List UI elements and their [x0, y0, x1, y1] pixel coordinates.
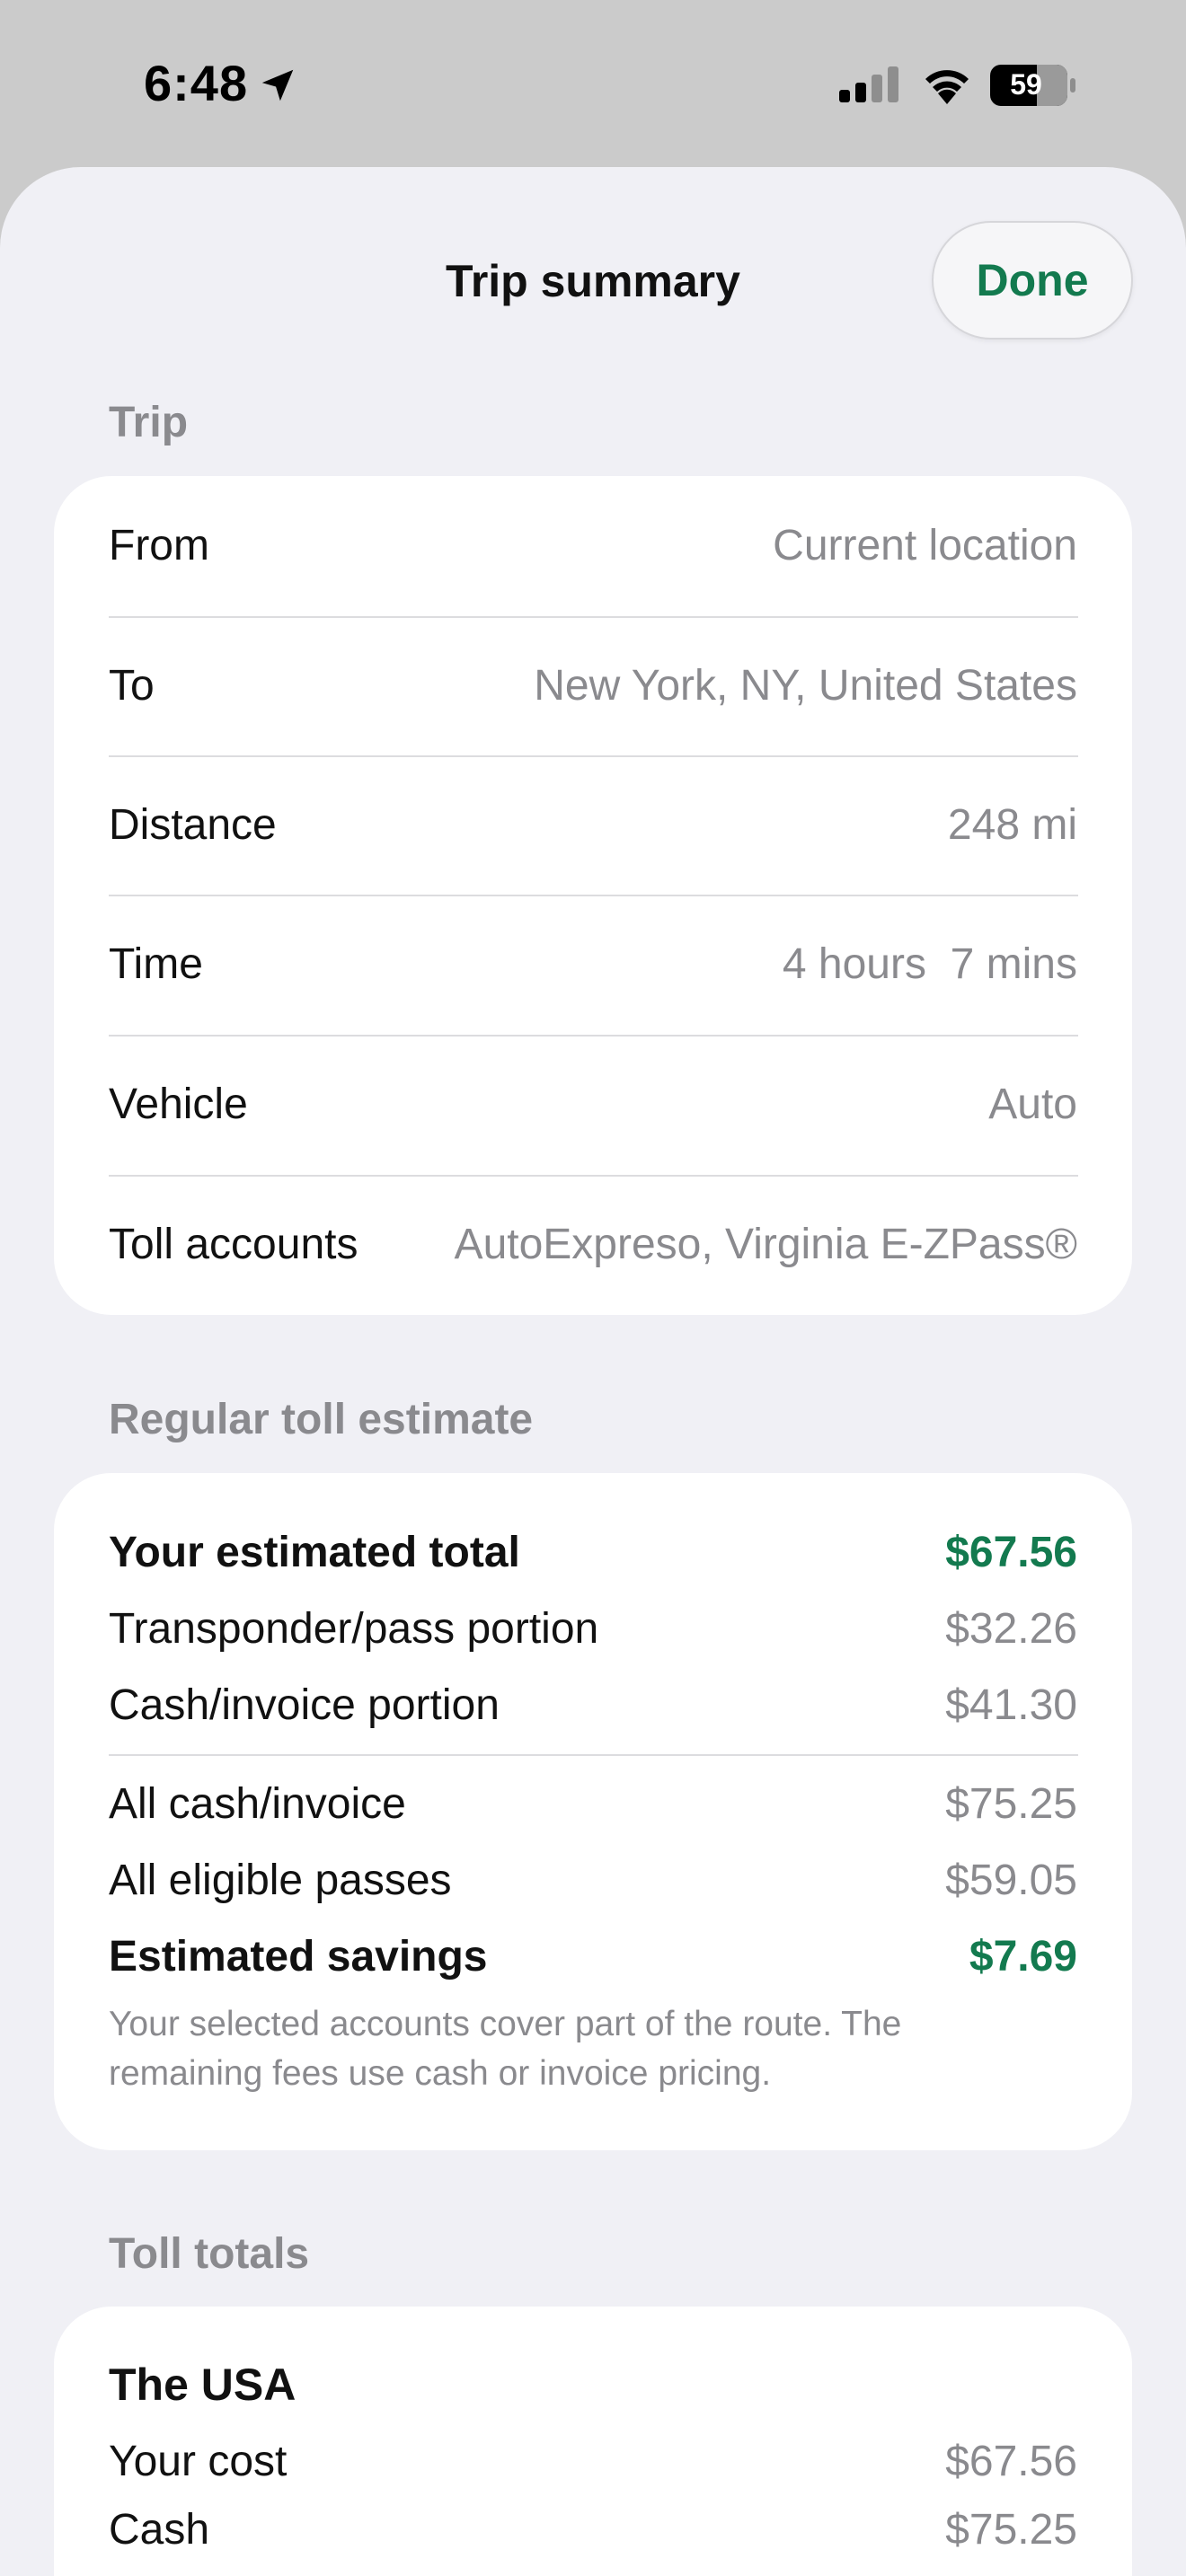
done-button[interactable]: Done — [932, 221, 1133, 340]
all-passes-row: All eligible passes $59.05 — [109, 1842, 1077, 1918]
estimated-savings-label: Estimated savings — [109, 1932, 488, 1981]
wifi-icon — [925, 70, 969, 104]
trip-row-from: From Current location — [109, 476, 1077, 615]
your-cost-label: Your cost — [109, 2437, 288, 2485]
trip-row-distance: Distance 248 mi — [109, 755, 1077, 895]
estimated-savings-row: Estimated savings $7.69 — [109, 1919, 1077, 1994]
estimated-total-row: Your estimated total $67.56 — [109, 1514, 1077, 1590]
your-cost-value: $67.56 — [945, 2437, 1077, 2485]
trip-row-label: Distance — [109, 801, 277, 849]
estimated-savings-value: $7.69 — [969, 1932, 1077, 1981]
all-cash-row: All cash/invoice $75.25 — [109, 1766, 1077, 1841]
battery-level: 59 — [1010, 68, 1042, 101]
cash-portion-value: $41.30 — [945, 1681, 1077, 1729]
trip-row-label: Toll accounts — [109, 1221, 358, 1268]
trip-summary-sheet: Trip summary Done Trip From Current loca… — [0, 167, 1186, 2576]
cash-total-label: Cash — [109, 2505, 210, 2554]
all-cash-value: $75.25 — [945, 1779, 1077, 1828]
cash-portion-row: Cash/invoice portion $41.30 — [109, 1667, 1077, 1742]
transponder-portion-label: Transponder/pass portion — [109, 1604, 599, 1653]
status-bar: 6:48 59 — [0, 0, 1186, 167]
estimate-note-line: Your selected accounts cover part of the… — [109, 2005, 902, 2043]
transponder-portion-value: $32.26 — [945, 1604, 1077, 1653]
trip-row-value: 248 mi — [947, 801, 1077, 849]
estimated-total-value: $67.56 — [945, 1528, 1077, 1576]
status-time: 6:48 — [144, 55, 249, 111]
toll-totals-section-header: Toll totals — [109, 2230, 310, 2278]
trip-row-time: Time 4 hours 7 mins — [109, 895, 1077, 1034]
divider — [109, 1754, 1078, 1756]
trip-row-value: AutoExpreso, Virginia E-ZPass® — [454, 1221, 1077, 1268]
estimate-note: Your selected accounts cover part of the… — [109, 1999, 1043, 2098]
trip-row-toll-accounts: Toll accounts AutoExpreso, Virginia E-ZP… — [109, 1175, 1077, 1314]
cash-portion-label: Cash/invoice portion — [109, 1681, 500, 1729]
trip-row-value: Current location — [773, 522, 1077, 569]
trip-row-to: To New York, NY, United States — [109, 616, 1077, 755]
cash-total-row: Cash $75.25 — [109, 2492, 1077, 2567]
cellular-signal-icon — [839, 66, 898, 102]
estimated-total-label: Your estimated total — [109, 1528, 520, 1576]
estimate-note-line: remaining fees use cash or invoice prici… — [109, 2054, 772, 2093]
location-arrow-icon — [261, 69, 294, 101]
trip-section-header: Trip — [109, 399, 189, 446]
trip-row-value: New York, NY, United States — [534, 662, 1077, 710]
trip-card: From Current location To New York, NY, U… — [54, 476, 1132, 1315]
cash-total-value: $75.25 — [945, 2505, 1077, 2554]
all-passes-label: All eligible passes — [109, 1856, 452, 1904]
estimate-card: Your estimated total $67.56 Transponder/… — [54, 1473, 1132, 2150]
trip-row-vehicle: Vehicle Auto — [109, 1035, 1077, 1174]
your-cost-row: Your cost $67.56 — [109, 2423, 1077, 2499]
trip-row-value: 4 hours 7 mins — [782, 940, 1077, 988]
toll-totals-card: The USA Your cost $67.56 Cash $75.25 — [54, 2307, 1132, 2576]
all-passes-value: $59.05 — [945, 1856, 1077, 1904]
transponder-portion-row: Transponder/pass portion $32.26 — [109, 1591, 1077, 1666]
trip-row-label: To — [109, 662, 155, 710]
estimate-section-header: Regular toll estimate — [109, 1396, 534, 1443]
trip-row-label: Time — [109, 940, 203, 988]
all-cash-label: All cash/invoice — [109, 1779, 406, 1828]
trip-row-label: Vehicle — [109, 1081, 248, 1128]
trip-row-value: Auto — [988, 1081, 1077, 1128]
region-title: The USA — [109, 2360, 296, 2410]
trip-row-label: From — [109, 522, 209, 569]
